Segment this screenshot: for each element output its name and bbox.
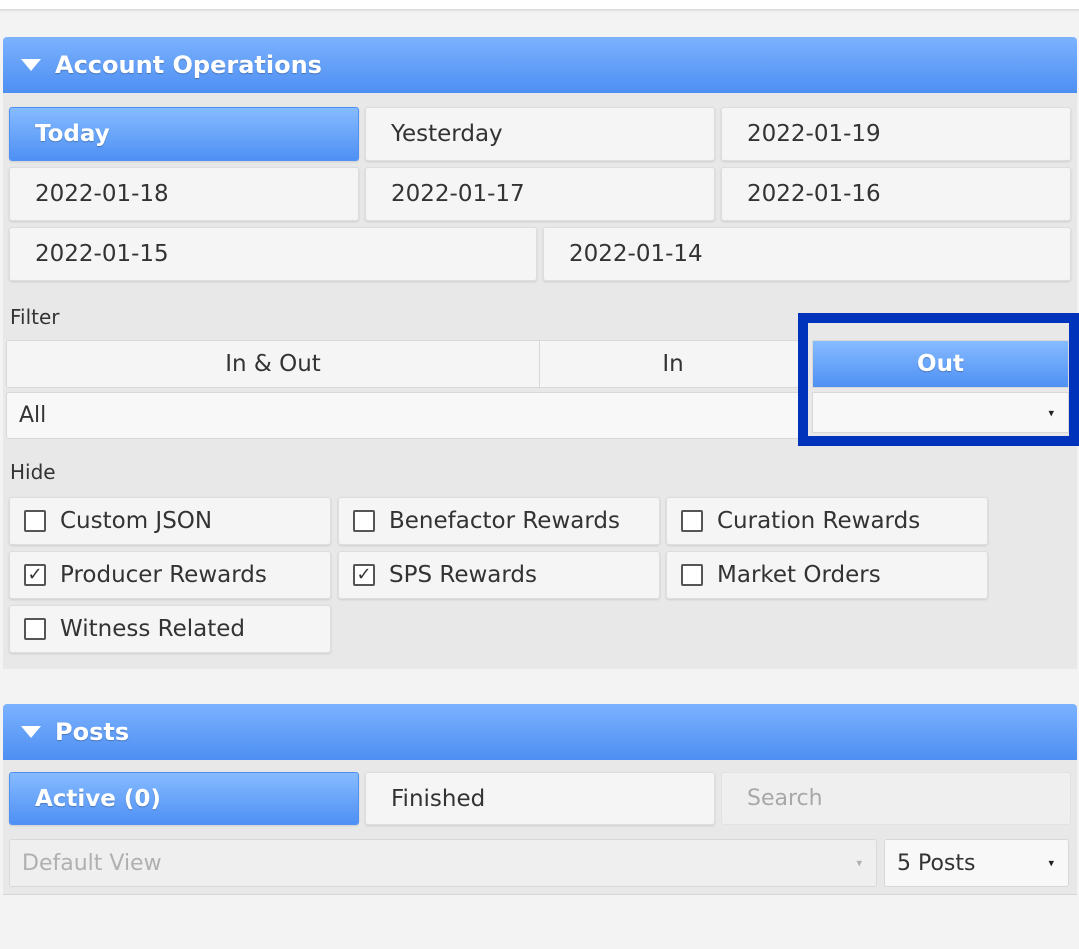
date-button-yesterday[interactable]: Yesterday [365, 107, 715, 161]
posts-header[interactable]: Posts [3, 704, 1077, 760]
checkbox-checked-icon[interactable]: ✓ [24, 564, 46, 586]
date-button-2022-01-18[interactable]: 2022-01-18 [9, 167, 359, 221]
filter-out[interactable]: Out [812, 340, 1069, 388]
hide-benefactor-rewards[interactable]: Benefactor Rewards [338, 497, 660, 545]
hide-option-label: Producer Rewards [60, 562, 267, 588]
posts-count-select-value: 5 Posts [897, 850, 976, 876]
operation-type-select[interactable]: All [6, 392, 807, 439]
posts-search-input[interactable]: Search [721, 772, 1071, 825]
checkbox-icon[interactable] [681, 564, 703, 586]
hide-option-label: Market Orders [717, 562, 881, 588]
hide-label: Hide [10, 460, 56, 484]
checkbox-icon[interactable] [24, 618, 46, 640]
checkbox-icon[interactable] [24, 510, 46, 532]
date-button-2022-01-17[interactable]: 2022-01-17 [365, 167, 715, 221]
hide-option-label: Benefactor Rewards [389, 508, 620, 534]
date-button-2022-01-19[interactable]: 2022-01-19 [721, 107, 1071, 161]
operation-type-select-end[interactable]: ▾ [812, 392, 1069, 433]
top-card-edge [0, 0, 1079, 10]
hide-witness-related[interactable]: Witness Related [9, 605, 331, 653]
posts-tab-active[interactable]: Active (0) [9, 772, 359, 825]
check-mark-icon: ✓ [356, 564, 372, 585]
hide-custom-json[interactable]: Custom JSON [9, 497, 331, 545]
filter-label: Filter [10, 305, 60, 329]
posts-count-select[interactable]: 5 Posts ▾ [884, 839, 1069, 887]
collapse-triangle-icon [21, 59, 41, 71]
date-button-2022-01-14[interactable]: 2022-01-14 [543, 227, 1071, 281]
account-operations-header[interactable]: Account Operations [3, 37, 1077, 93]
hide-sps-rewards[interactable]: ✓ SPS Rewards [338, 551, 660, 599]
checkbox-checked-icon[interactable]: ✓ [353, 564, 375, 586]
checkbox-icon[interactable] [353, 510, 375, 532]
checkbox-icon[interactable] [681, 510, 703, 532]
posts-view-select[interactable]: Default View ▾ [9, 839, 877, 887]
filter-in[interactable]: In [539, 340, 807, 388]
hide-curation-rewards[interactable]: Curation Rewards [666, 497, 988, 545]
hide-producer-rewards[interactable]: ✓ Producer Rewards [9, 551, 331, 599]
date-button-2022-01-16[interactable]: 2022-01-16 [721, 167, 1071, 221]
collapse-triangle-icon [21, 726, 41, 738]
posts-view-select-value: Default View [22, 850, 162, 876]
dropdown-caret-icon: ▾ [1048, 856, 1054, 870]
filter-in-and-out[interactable]: In & Out [6, 340, 540, 388]
dropdown-caret-icon: ▾ [856, 856, 862, 870]
date-button-2022-01-15[interactable]: 2022-01-15 [9, 227, 537, 281]
hide-option-label: Custom JSON [60, 508, 213, 534]
hide-option-label: Curation Rewards [717, 508, 921, 534]
check-mark-icon: ✓ [27, 564, 43, 585]
dropdown-caret-icon: ▾ [1048, 406, 1054, 419]
hide-option-label: SPS Rewards [389, 562, 538, 588]
date-button-today[interactable]: Today [9, 107, 359, 161]
posts-title: Posts [55, 718, 130, 746]
hide-option-label: Witness Related [60, 616, 245, 642]
account-operations-title: Account Operations [55, 51, 322, 79]
posts-tab-finished[interactable]: Finished [365, 772, 715, 825]
hide-market-orders[interactable]: Market Orders [666, 551, 988, 599]
operation-type-select-value: All [19, 403, 47, 428]
